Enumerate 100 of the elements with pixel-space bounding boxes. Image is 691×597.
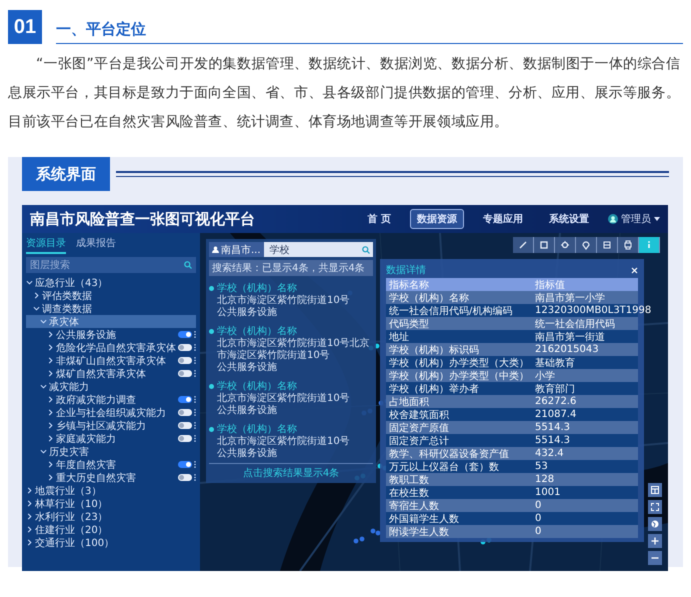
caret-icon[interactable] (26, 279, 33, 286)
caret-icon[interactable] (33, 305, 40, 312)
user-avatar-icon[interactable] (608, 214, 618, 224)
tree-item[interactable]: 住建行业（20） (26, 523, 196, 536)
result-footer[interactable]: 点击搜索结果显示4条 (209, 463, 373, 480)
caret-icon[interactable] (47, 422, 54, 429)
table-cell-text: 统一社会信用代码 (535, 318, 616, 330)
search-icon[interactable] (184, 261, 192, 269)
layer-item[interactable]: 重大历史自然灾害 (26, 471, 196, 484)
caret-icon[interactable] (26, 500, 33, 507)
layer-item[interactable]: 年度自然灾害 (26, 458, 196, 471)
tree-item[interactable]: 应急行业（43） (26, 276, 196, 289)
caret-icon[interactable] (47, 357, 54, 364)
tree-item[interactable]: 减灾能力 (26, 380, 196, 393)
table-cell-text: 2162015043 (535, 344, 600, 355)
layer-toggle[interactable] (178, 396, 192, 403)
caret-icon[interactable] (47, 435, 54, 442)
fullscreen-button[interactable] (648, 500, 662, 514)
caret-icon[interactable] (47, 370, 54, 377)
caret-icon[interactable] (47, 344, 54, 351)
caret-icon[interactable] (40, 318, 47, 325)
popup-title: 数据详情 (386, 264, 426, 277)
layer-toggle[interactable] (178, 474, 192, 481)
layer-item[interactable]: 煤矿自然灾害承灾体 (26, 367, 196, 380)
layer-search-field[interactable]: 图层搜索 (26, 257, 196, 273)
caret-icon[interactable] (26, 526, 33, 533)
table-cell-text: 128 (535, 474, 556, 485)
layer-item[interactable]: 家庭减灾能力 (26, 432, 196, 445)
user-name[interactable]: 管理员 (621, 212, 651, 226)
table-cell-text: 在校生数 (388, 486, 430, 500)
layer-item[interactable]: 政府减灾能力调查 (26, 393, 196, 406)
tree-item[interactable]: 林草行业（10） (26, 497, 196, 510)
tree-item[interactable]: 评估类数据 (26, 289, 196, 302)
nav-tab[interactable]: 数据资源 (410, 209, 464, 229)
dropdown-caret-icon[interactable] (654, 217, 660, 221)
caret-icon[interactable] (26, 487, 33, 494)
result-title[interactable]: 学校（机构）名称 (217, 422, 297, 436)
result-title[interactable]: 学校（机构）名称 (217, 379, 297, 393)
zoom-out-button[interactable] (648, 551, 662, 565)
caret-icon[interactable] (26, 539, 33, 546)
result-title[interactable]: 学校（机构）名称 (217, 324, 297, 338)
caret-icon[interactable] (40, 448, 47, 455)
table-cell-text: 南昌市第一小学 (535, 292, 606, 304)
layer-item[interactable]: 公共服务设施 (26, 328, 196, 341)
layer-toggle[interactable] (178, 422, 192, 429)
column-header: 指标名称 (388, 278, 430, 292)
caret-icon[interactable] (47, 409, 54, 416)
table-cell-text: 53 (535, 461, 549, 472)
tree-item[interactable]: 调查类数据 (26, 302, 196, 315)
tree-item[interactable]: 地震行业（3） (26, 484, 196, 497)
tree-item[interactable]: 历史灾害 (26, 445, 196, 458)
layer-toggle[interactable] (178, 435, 192, 442)
layer-toggle[interactable] (178, 344, 192, 351)
table-cell-text: 寄宿生人数 (388, 500, 440, 512)
section-number: 01 (8, 10, 42, 44)
caret-icon[interactable] (47, 331, 54, 338)
caret-icon[interactable] (33, 292, 40, 299)
layer-toggle[interactable] (178, 331, 192, 338)
caret-icon[interactable] (47, 474, 54, 481)
table-cell-text: 5514.3 (535, 435, 571, 446)
fullscreen-icon (651, 503, 659, 511)
marker-icon (581, 240, 591, 250)
close-icon[interactable] (631, 266, 638, 274)
layer-item[interactable]: 非煤矿山自然灾害承灾体 (26, 354, 196, 367)
layer-item[interactable]: 企业与社会组织减灾能力 (26, 406, 196, 419)
result-dot-icon (209, 426, 214, 432)
tree-item[interactable]: 交通行业（100） (26, 536, 196, 549)
panel-tab[interactable]: 成果报告 (76, 236, 116, 254)
search-field[interactable]: 南昌市... 学校 (209, 242, 373, 257)
nav-tab[interactable]: 首 页 (360, 209, 398, 229)
scope-dropdown[interactable]: 南昌市... (209, 242, 264, 257)
zoom-in-button[interactable] (648, 534, 662, 548)
panel-tab[interactable]: 资源目录 (26, 236, 66, 254)
tree-item[interactable]: 承灾体 (26, 315, 196, 328)
table-cell-text: 5514.3 (535, 422, 571, 433)
tree-item[interactable]: 水利行业（23） (26, 510, 196, 523)
table-cell-text: 学校（机构）办学类型（中类） (388, 370, 530, 382)
globe-icon (651, 520, 659, 528)
caret-icon[interactable] (47, 396, 54, 403)
layer-toggle[interactable] (178, 409, 192, 416)
caret-icon[interactable] (26, 513, 33, 520)
layer-item[interactable]: 乡镇与社区减灾能力 (26, 419, 196, 432)
layer-item[interactable]: 危险化学品自然灾害承灾体 (26, 341, 196, 354)
table-cell-text: 基础教育 (535, 356, 576, 370)
caret-icon[interactable] (47, 461, 54, 468)
subsection-title: 系统界面 (22, 157, 110, 191)
result-summary: 搜索结果：已显示4条，共显示4条 (209, 260, 373, 276)
result-title[interactable]: 学校（机构）名称 (217, 281, 297, 295)
layer-toggle[interactable] (178, 357, 192, 364)
search-query[interactable]: 学校 (264, 242, 362, 256)
nav-tab[interactable]: 系统设置 (542, 209, 596, 229)
nav-tab[interactable]: 专题应用 (476, 209, 530, 229)
table-cell-text: 南昌市第一街道 (535, 330, 606, 344)
globe-button[interactable] (648, 517, 662, 531)
layer-toggle[interactable] (178, 370, 192, 377)
caret-icon[interactable] (40, 383, 47, 390)
table-cell-text: 0 (535, 526, 542, 537)
table-cell-text: 0 (535, 500, 542, 511)
layer-toggle[interactable] (178, 461, 192, 468)
layers-button[interactable] (648, 483, 662, 497)
